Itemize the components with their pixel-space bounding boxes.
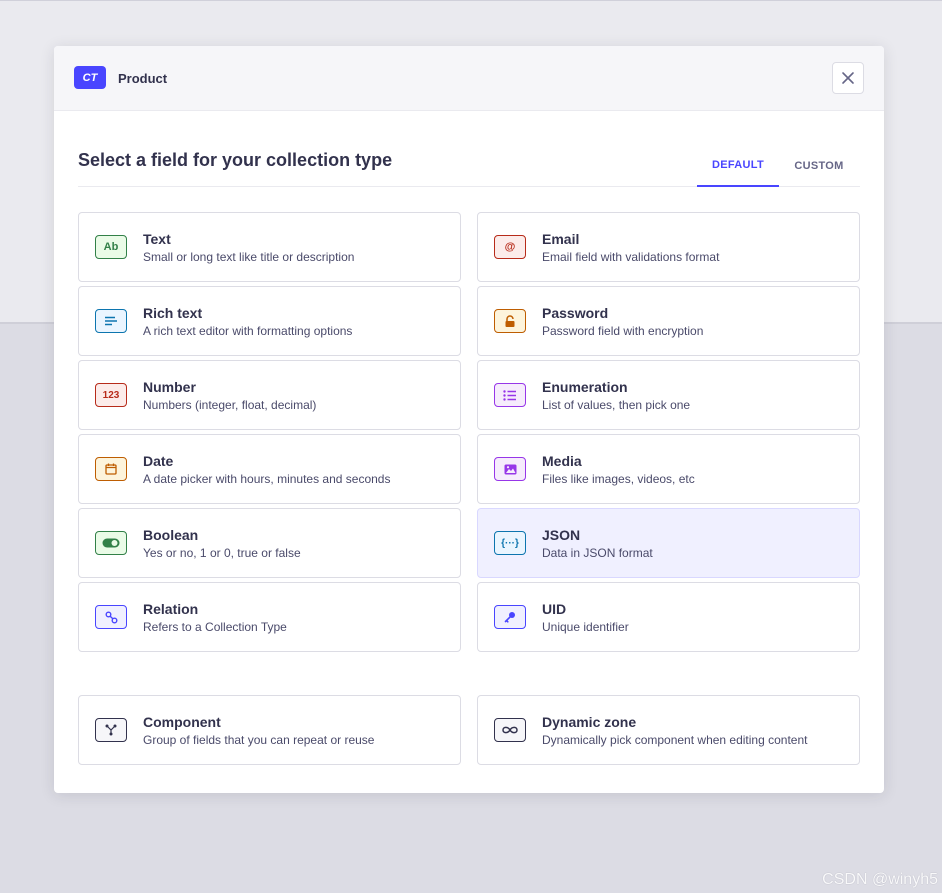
field-description: Numbers (integer, float, decimal) [143,398,317,412]
field-description: Email field with validations format [542,250,720,264]
field-card-enumeration[interactable]: Enumeration List of values, then pick on… [477,360,860,430]
field-description: Data in JSON format [542,546,653,560]
field-description: A rich text editor with formatting optio… [143,324,353,338]
field-title: Boolean [143,527,199,543]
text-icon: Ab [95,235,127,259]
close-icon [842,72,854,84]
field-title: Rich text [143,305,203,321]
relation-icon [95,605,127,629]
field-card-number[interactable]: 123 Number Numbers (integer, float, deci… [78,360,461,430]
close-button[interactable] [832,62,864,94]
field-description: Files like images, videos, etc [542,472,695,486]
number-icon: 123 [95,383,127,407]
field-card-relation[interactable]: Relation Refers to a Collection Type [78,582,461,652]
field-title: Number [143,379,196,395]
field-description: Group of fields that you can repeat or r… [143,733,375,747]
field-description: List of values, then pick one [542,398,691,412]
richtext-icon [95,309,127,333]
field-title: Date [143,453,174,469]
field-card-json[interactable]: {···} JSON Data in JSON format [477,508,860,578]
key-icon [494,605,526,629]
heading-row: Select a field for your collection type … [78,144,860,187]
field-card-password[interactable]: Password Password field with encryption [477,286,860,356]
modal-header: CT Product [54,46,884,111]
field-description: A date picker with hours, minutes and se… [143,472,391,486]
field-type-modal: CT Product Select a field for your colle… [54,46,884,793]
field-title: Component [143,714,221,730]
field-card-rich-text[interactable]: Rich text A rich text editor with format… [78,286,461,356]
field-card-component[interactable]: Component Group of fields that you can r… [78,695,461,765]
calendar-icon [95,457,127,481]
field-card-uid[interactable]: UID Unique identifier [477,582,860,652]
field-description: Refers to a Collection Type [143,620,287,634]
media-icon [494,457,526,481]
json-icon: {···} [494,531,526,555]
field-card-media[interactable]: Media Files like images, videos, etc [477,434,860,504]
field-description: Password field with encryption [542,324,704,338]
field-description: Small or long text like title or descrip… [143,250,355,264]
field-title: Enumeration [542,379,628,395]
section-title: Select a field for your collection type [78,150,393,170]
email-icon: @ [494,235,526,259]
field-title: Password [542,305,609,321]
field-title: Email [542,231,580,247]
field-title: Relation [143,601,199,617]
toggle-icon [95,531,127,555]
infinity-icon [494,718,526,742]
field-title: Text [143,231,171,247]
tab-default[interactable]: DEFAULT [697,144,779,187]
field-card-email[interactable]: @ Email Email field with validations for… [477,212,860,282]
list-icon [494,383,526,407]
field-title: Media [542,453,582,469]
lock-icon [494,309,526,333]
field-title: JSON [542,527,581,543]
header-title: Product [118,71,168,86]
field-description: Unique identifier [542,620,629,634]
field-description: Yes or no, 1 or 0, true or false [143,546,301,560]
component-icon [95,718,127,742]
field-title: Dynamic zone [542,714,637,730]
field-title: UID [542,601,567,617]
field-description: Dynamically pick component when editing … [542,733,808,747]
field-card-text[interactable]: Ab Text Small or long text like title or… [78,212,461,282]
field-card-dynamic-zone[interactable]: Dynamic zone Dynamically pick component … [477,695,860,765]
collection-type-badge: CT [74,66,106,89]
field-card-date[interactable]: Date A date picker with hours, minutes a… [78,434,461,504]
field-card-boolean[interactable]: Boolean Yes or no, 1 or 0, true or false [78,508,461,578]
watermark: CSDN @winyh5 [822,871,938,888]
tab-custom[interactable]: CUSTOM [784,144,854,187]
